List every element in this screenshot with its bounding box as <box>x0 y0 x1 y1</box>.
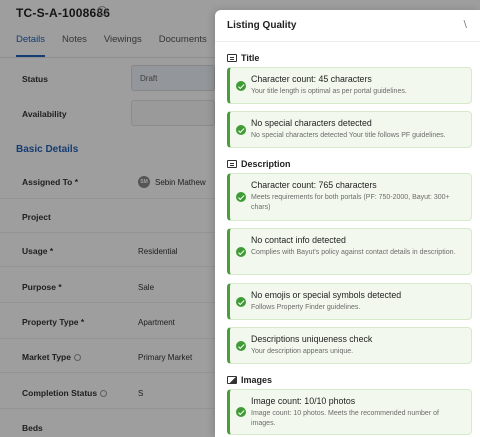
quality-check-card: Descriptions uniqueness check Your descr… <box>227 327 472 364</box>
check-title: No contact info detected <box>251 235 346 245</box>
quality-check-card: No special characters detected No specia… <box>227 111 472 148</box>
section-title-heading: Title <box>227 53 259 63</box>
check-circle-icon <box>236 81 246 91</box>
quality-check-card: Character count: 765 characters Meets re… <box>227 173 472 221</box>
panel-title: Listing Quality <box>227 20 297 31</box>
section-heading-text: Title <box>241 53 260 63</box>
listing-quality-panel: Listing Quality ∖ Title Character count:… <box>215 10 480 437</box>
check-description: Meets requirements for both portals (PF:… <box>251 194 450 211</box>
check-title: Character count: 45 characters <box>251 74 372 84</box>
check-description: No special characters detected Your titl… <box>251 132 446 139</box>
check-circle-icon <box>236 247 246 257</box>
check-circle-icon <box>236 297 246 307</box>
check-description: Your title length is optimal as per port… <box>251 88 407 95</box>
quality-check-card: No contact info detected Complies with B… <box>227 228 472 275</box>
check-title: No special characters detected <box>251 118 372 128</box>
check-title: Character count: 765 characters <box>251 180 377 190</box>
quality-check-card: Character count: 45 characters Your titl… <box>227 67 472 104</box>
section-heading-text: Description <box>241 159 291 169</box>
check-description: Follows Property Finder guidelines. <box>251 304 361 311</box>
section-images-heading: Images <box>227 375 272 385</box>
section-heading-text: Images <box>241 375 273 385</box>
check-circle-icon <box>236 125 246 135</box>
check-description: Complies with Bayut's policy against con… <box>251 249 456 256</box>
check-description: Your description appears unique. <box>251 348 354 355</box>
section-description-heading: Description <box>227 159 291 169</box>
check-title: No emojis or special symbols detected <box>251 290 402 300</box>
check-title: Descriptions uniqueness check <box>251 334 373 344</box>
panel-header: Listing Quality ∖ <box>215 10 480 42</box>
check-circle-icon <box>236 407 246 417</box>
check-description: Image count: 10 photos. Meets the recomm… <box>251 410 439 427</box>
quality-check-card: No emojis or special symbols detected Fo… <box>227 283 472 320</box>
check-circle-icon <box>236 192 246 202</box>
check-title: Image count: 10/10 photos <box>251 396 356 406</box>
quality-check-card: Image count: 10/10 photos Image count: 1… <box>227 389 472 435</box>
text-icon <box>227 54 237 62</box>
image-icon <box>227 376 237 384</box>
check-circle-icon <box>236 341 246 351</box>
collapse-icon[interactable]: ∖ <box>462 20 468 31</box>
text-icon <box>227 160 237 168</box>
